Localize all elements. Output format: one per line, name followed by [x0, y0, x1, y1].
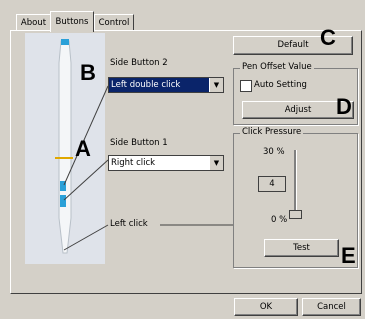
- chevron-down-icon[interactable]: ▼: [209, 78, 223, 92]
- annotation-a: A: [75, 136, 91, 161]
- ok-button[interactable]: OK: [234, 298, 298, 316]
- annotation-c: C: [320, 25, 336, 50]
- auto-setting-checkbox[interactable]: [240, 80, 252, 92]
- pressure-max-label: 30 %: [263, 147, 285, 157]
- auto-setting-label: Auto Setting: [254, 80, 307, 90]
- pen-offset-title: Pen Offset Value: [240, 62, 314, 72]
- pressure-slider-thumb[interactable]: [289, 210, 302, 219]
- annotation-e: E: [341, 243, 356, 268]
- side-button-2-select[interactable]: Left double click ▼: [108, 77, 224, 93]
- side-button-1-select[interactable]: Right click ▼: [108, 155, 224, 171]
- tip-label: Left click: [110, 219, 148, 229]
- tab-buttons[interactable]: Buttons: [50, 11, 94, 32]
- pressure-min-label: 0 %: [271, 215, 288, 225]
- annotation-d: D: [336, 94, 352, 119]
- side-button-2-label: Side Button 2: [110, 58, 168, 68]
- test-button[interactable]: Test: [264, 239, 339, 257]
- cancel-button[interactable]: Cancel: [302, 298, 361, 316]
- click-pressure-title: Click Pressure: [240, 127, 304, 137]
- side-button-2-value: Left double click: [111, 80, 181, 90]
- side-button-1-label: Side Button 1: [110, 138, 168, 148]
- pressure-value-box: 4: [258, 176, 286, 192]
- pen-settings-dialog: About Buttons Control Side Button 2 Left…: [0, 0, 365, 319]
- annotation-b: B: [80, 60, 96, 85]
- pressure-slider-track[interactable]: [294, 150, 297, 214]
- side-button-1-value: Right click: [111, 158, 156, 168]
- chevron-down-icon[interactable]: ▼: [209, 156, 223, 170]
